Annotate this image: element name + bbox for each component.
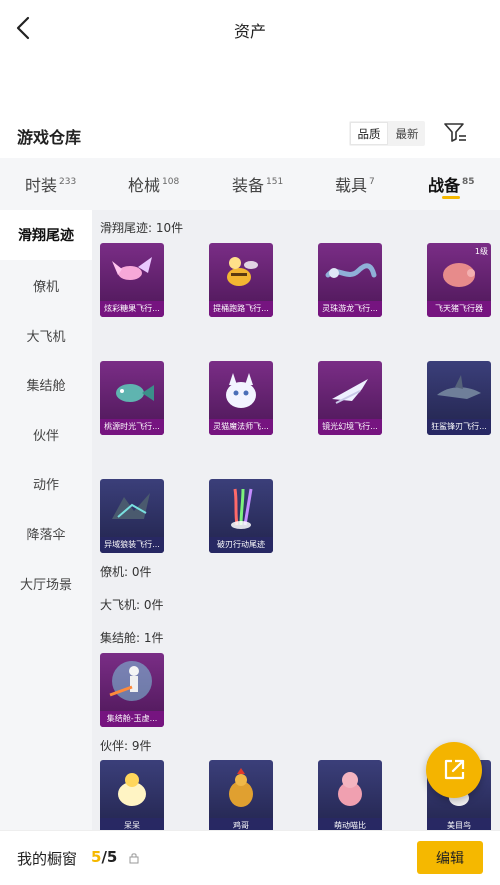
tab-vehicles[interactable]: 载具 7 xyxy=(335,172,375,196)
dragon-glider-icon xyxy=(325,263,377,278)
item-name: 灵珠游龙飞行... xyxy=(318,301,382,317)
wolf-armor-glider-icon xyxy=(112,493,150,519)
bucket-bee-glider-icon xyxy=(227,257,258,286)
share-icon xyxy=(444,759,465,780)
item-name: 灵猫魔法师飞... xyxy=(209,419,273,435)
sidebar-item-lobby-scene[interactable]: 大厅场景 xyxy=(0,558,92,608)
lock-icon xyxy=(129,853,139,864)
rainbow-trail-icon xyxy=(231,488,253,529)
section-title: 游戏仓库 xyxy=(17,128,82,147)
item-name: 萌动喵比 xyxy=(318,818,382,830)
item-name: 飞天猪飞行器 xyxy=(427,301,491,317)
bottom-bar: 我的橱窗 5/5 编辑 xyxy=(0,830,500,885)
tab-label: 装备 xyxy=(232,176,265,195)
edit-button[interactable]: 编辑 xyxy=(417,841,483,874)
item-name: 桃源时光飞行... xyxy=(100,419,164,435)
page-title: 资产 xyxy=(233,22,266,41)
rooster-companion-icon xyxy=(229,768,253,807)
item-name: 呆呆 xyxy=(100,818,164,830)
sidebar-item-wingman[interactable]: 僚机 xyxy=(0,260,92,310)
item-card[interactable]: 异域狼装飞行... xyxy=(100,479,164,553)
rally-pod-icon xyxy=(109,661,152,701)
sort-quality-option[interactable]: 品质 xyxy=(350,122,388,145)
sidebar-item-big-plane[interactable]: 大飞机 xyxy=(0,310,92,360)
item-card[interactable]: 狂鲨锋刃飞行... xyxy=(427,361,491,435)
active-tab-indicator xyxy=(442,196,460,199)
tab-label: 载具 xyxy=(335,176,368,195)
item-card[interactable]: 鸡哥 xyxy=(209,760,273,830)
candy-glider-icon xyxy=(112,257,152,280)
item-name: 鸡哥 xyxy=(209,818,273,830)
sidebar: 滑翔尾迹 僚机 大飞机 集结舱 伙伴 动作 降落伞 大厅场景 xyxy=(0,210,92,830)
showcase-total: 5 xyxy=(106,848,118,866)
sidebar-item-pod[interactable]: 集结舱 xyxy=(0,359,92,409)
pig-companion-icon xyxy=(338,772,362,806)
item-name: 破刃行动尾迹 xyxy=(209,537,273,553)
item-card[interactable]: 萌动喵比 xyxy=(318,760,382,830)
tab-label: 战备 xyxy=(428,176,461,195)
showcase-current: 5 xyxy=(91,848,102,866)
item-name: 炫彩糖果飞行... xyxy=(100,301,164,317)
item-name: 美目鸟 xyxy=(427,818,491,830)
wing-glider-icon xyxy=(332,379,368,404)
tab-count: 108 xyxy=(162,177,180,187)
group-label-companion: 伙伴: 9件 xyxy=(100,739,152,753)
item-card[interactable]: 呆呆 xyxy=(100,760,164,830)
fish-glider-icon xyxy=(116,384,154,402)
tab-label: 枪械 xyxy=(128,176,161,195)
sidebar-item-glide-trail[interactable]: 滑翔尾迹 xyxy=(0,210,92,260)
item-card[interactable]: 集结舱-玉虚... xyxy=(100,653,164,727)
tab-fashion[interactable]: 时装 233 xyxy=(25,172,76,196)
item-card[interactable]: 炫彩糖果飞行... xyxy=(100,243,164,317)
group-label-wingman: 僚机: 0件 xyxy=(100,565,152,579)
item-card[interactable]: 镜光幻境飞行... xyxy=(318,361,382,435)
tab-count: 85 xyxy=(462,177,475,187)
item-card[interactable]: 灵猫魔法师飞... xyxy=(209,361,273,435)
item-card[interactable]: 桃源时光飞行... xyxy=(100,361,164,435)
group-label-big-plane: 大飞机: 0件 xyxy=(100,598,164,612)
showcase-count: 5/5 xyxy=(91,848,117,866)
group-label-pod: 集结舱: 1件 xyxy=(100,631,164,645)
shark-glider-icon xyxy=(437,375,481,399)
tab-label: 时装 xyxy=(25,176,58,195)
item-name: 提桶跑路飞行... xyxy=(209,301,273,317)
tab-count: 151 xyxy=(266,177,284,187)
tab-combat-gear[interactable]: 战备 85 xyxy=(428,172,475,196)
item-name: 狂鲨锋刃飞行... xyxy=(427,419,491,435)
tab-count: 233 xyxy=(59,177,77,187)
sidebar-item-parachute[interactable]: 降落伞 xyxy=(0,508,92,558)
tab-count: 7 xyxy=(369,177,375,187)
item-card[interactable]: 提桶跑路飞行... xyxy=(209,243,273,317)
cat-wizard-icon xyxy=(226,373,256,408)
share-fab-button[interactable] xyxy=(426,742,482,798)
sort-toggle: 品质 最新 xyxy=(349,121,425,146)
top-bar: 资产 xyxy=(0,0,500,58)
section-header: 游戏仓库 xyxy=(0,112,500,156)
tab-equipment[interactable]: 装备 151 xyxy=(232,172,283,196)
filter-icon[interactable] xyxy=(442,119,468,145)
item-name: 异域狼装飞行... xyxy=(100,537,164,553)
chick-companion-icon xyxy=(118,773,146,806)
tab-guns[interactable]: 枪械 108 xyxy=(128,172,179,196)
group-label-glide-trail: 滑翔尾迹: 10件 xyxy=(100,221,184,235)
category-tabs: 时装 233 枪械 108 装备 151 载具 7 战备 85 xyxy=(0,158,500,210)
item-level-badge: 1级 xyxy=(474,247,488,256)
item-card[interactable]: 灵珠游龙飞行... xyxy=(318,243,382,317)
sidebar-item-emote[interactable]: 动作 xyxy=(0,458,92,508)
sort-latest-option[interactable]: 最新 xyxy=(389,121,425,146)
item-card[interactable]: 1级 飞天猪飞行器 xyxy=(427,243,491,317)
item-name: 镜光幻境飞行... xyxy=(318,419,382,435)
sidebar-item-companion[interactable]: 伙伴 xyxy=(0,409,92,459)
showcase-label: 我的橱窗 xyxy=(17,850,78,868)
item-name: 集结舱-玉虚... xyxy=(100,711,164,727)
item-list: 滑翔尾迹: 10件 炫彩糖果飞行... 提桶跑路飞行... 灵珠游龙飞行... … xyxy=(92,210,500,830)
item-card[interactable]: 破刃行动尾迹 xyxy=(209,479,273,553)
